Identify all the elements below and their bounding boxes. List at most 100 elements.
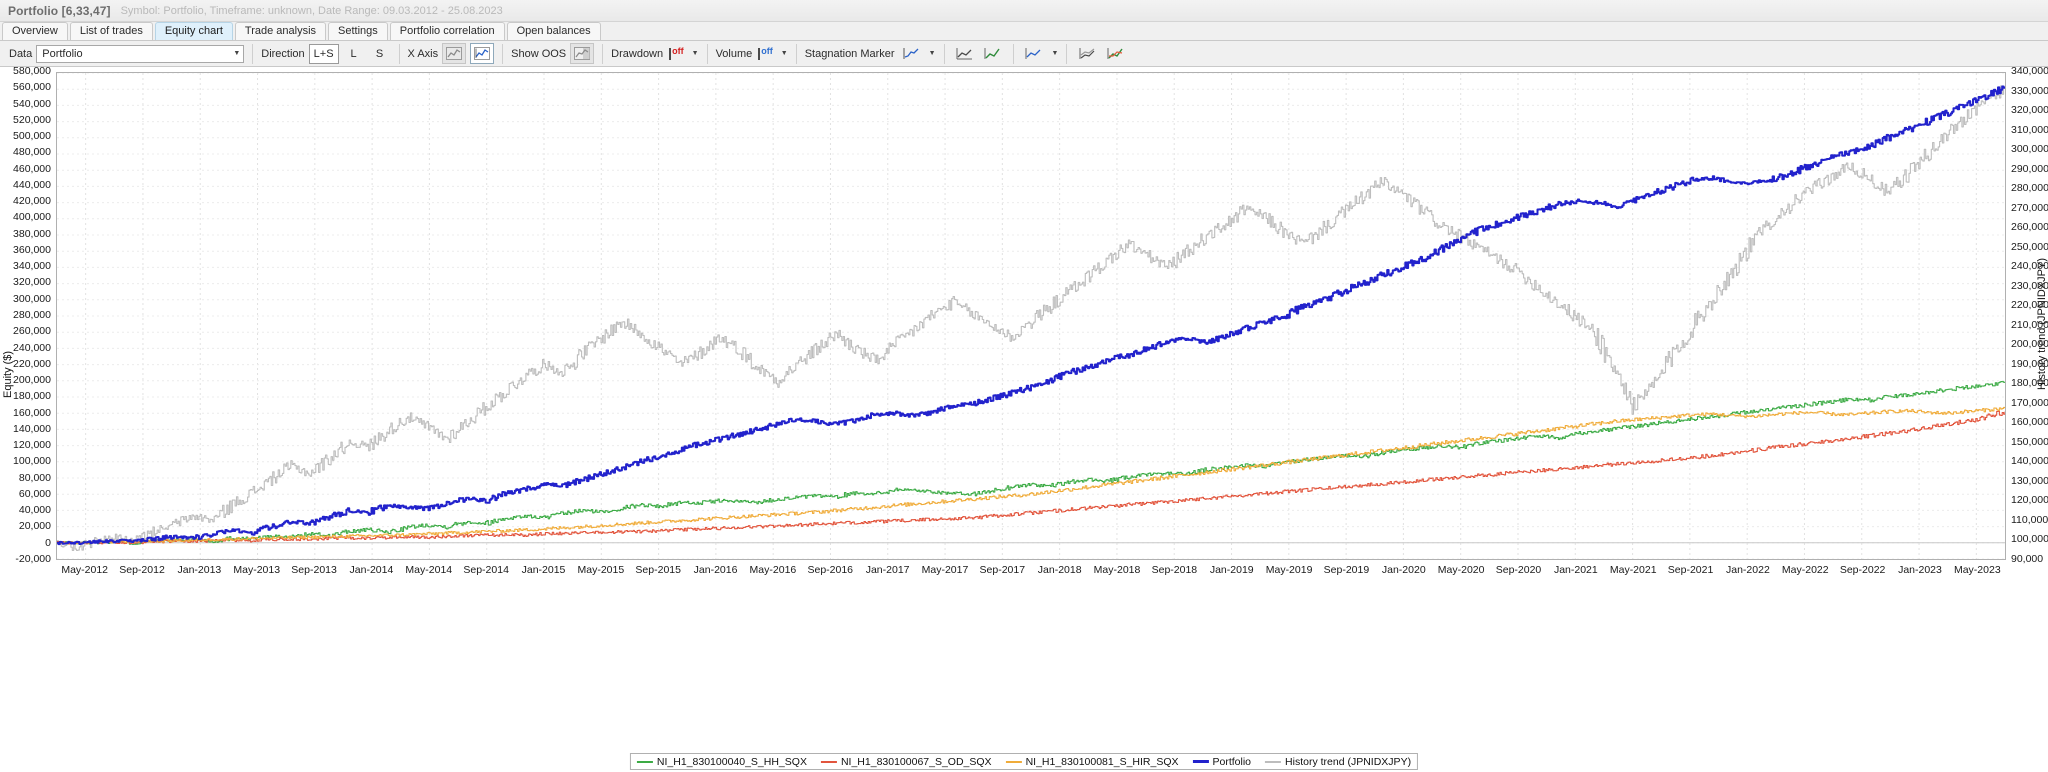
tab-bar: Overview List of trades Equity chart Trade … <box>0 22 2048 41</box>
tab-label: List of trades <box>79 25 143 37</box>
legend-item[interactable]: NI_H1_830100067_S_OD_SQX <box>820 756 992 768</box>
x-axis-tick-label: May-2013 <box>233 564 281 576</box>
xaxis-group: X Axis <box>403 42 500 66</box>
x-axis-tick-label: Sep-2012 <box>119 564 165 576</box>
y-axis-tick-label: 160,000 <box>13 406 51 419</box>
drawdown-state: off <box>672 46 684 56</box>
y-axis-tick-label: -20,000 <box>15 553 51 565</box>
legend-item[interactable]: NI_H1_830100040_S_HH_SQX <box>636 756 807 768</box>
extra-icons-group-3 <box>1070 42 1132 66</box>
tab-equity-chart[interactable]: Equity chart <box>154 22 233 40</box>
volume-label: Volume <box>715 47 753 60</box>
x-axis-tick-label: Sep-2019 <box>1323 564 1370 576</box>
legend-color-swatch <box>1265 760 1282 763</box>
plot-canvas[interactable] <box>56 72 2006 560</box>
tab-label: Settings <box>338 25 378 37</box>
y-axis-tick-label: 60,000 <box>18 487 51 500</box>
y-axis-tick-label: 80,000 <box>18 471 51 484</box>
plot-svg <box>57 73 2005 559</box>
stagnation-label: Stagnation Marker <box>804 47 895 60</box>
y2-axis-tick-label: 330,000 <box>2011 84 2048 97</box>
tab-overview[interactable]: Overview <box>2 22 68 40</box>
y-axis-tick-label: 400,000 <box>13 211 51 224</box>
y2-axis-tick-label: 300,000 <box>2011 143 2048 156</box>
y2-axis-tick-label: 250,000 <box>2011 240 2048 253</box>
x-axis-tick-label: May-2015 <box>577 564 625 576</box>
stagnation-toggle[interactable] <box>899 43 923 64</box>
drawdown-bar-icon <box>669 47 672 60</box>
x-axis-tick-label: Sep-2022 <box>1839 564 1886 576</box>
legend-label: History trend (JPNIDXJPY) <box>1285 755 1412 768</box>
legend-color-swatch <box>820 760 837 763</box>
y2-axis-tick-label: 90,000 <box>2011 553 2044 565</box>
y2-axis-tick-label: 240,000 <box>2011 260 2048 273</box>
legend-color-swatch <box>1005 760 1022 763</box>
stagnation-chevron-down-icon[interactable]: ▼ <box>929 50 936 57</box>
tab-list-of-trades[interactable]: List of trades <box>69 22 153 40</box>
show-oos-toggle[interactable] <box>570 43 595 64</box>
y-axis-tick-label: 220,000 <box>13 357 51 370</box>
equity-bars-icon-button[interactable] <box>1103 43 1127 64</box>
direction-label: Direction <box>261 47 305 60</box>
y-axis-tick-label: 440,000 <box>13 178 51 191</box>
toolbar-divider <box>795 43 797 64</box>
equity-compare-icon <box>1025 47 1041 59</box>
drawdown-toggle[interactable]: off <box>667 44 686 64</box>
drawdown-chevron-down-icon[interactable]: ▼ <box>692 50 699 57</box>
x-axis-tick-label: Jan-2018 <box>1037 564 1082 576</box>
legend-item[interactable]: History trend (JPNIDXJPY) <box>1265 756 1411 768</box>
equity-trend-icon-button[interactable] <box>981 43 1005 64</box>
equity-multi-icon-button[interactable] <box>1075 43 1099 64</box>
tab-settings[interactable]: Settings <box>328 22 388 40</box>
chart-line-gray-icon <box>446 47 463 60</box>
x-axis-tick-label: Jan-2014 <box>349 564 394 576</box>
x-axis-tick-label: Jan-2023 <box>1898 564 1942 576</box>
volume-state: off <box>761 46 773 56</box>
xaxis-bars-icon-button[interactable] <box>442 43 467 64</box>
y-axis-tick-label: 420,000 <box>13 195 51 208</box>
tab-trade-analysis[interactable]: Trade analysis <box>234 22 327 40</box>
y2-axis-tick-label: 200,000 <box>2011 338 2048 351</box>
tab-portfolio-correlation[interactable]: Portfolio correlation <box>389 22 505 40</box>
legend-item[interactable]: Portfolio <box>1192 756 1251 768</box>
equity-line-icon <box>956 47 973 59</box>
y-axis-tick-label: 340,000 <box>13 260 51 273</box>
x-axis-tick-label: Sep-2014 <box>463 564 509 576</box>
x-axis-tick-label: Sep-2015 <box>635 564 681 576</box>
y2-axis-tick-label: 270,000 <box>2011 201 2048 214</box>
y-axis-tick-label: 480,000 <box>13 146 51 159</box>
equity-compare-icon-button[interactable] <box>1022 43 1046 64</box>
legend-item[interactable]: NI_H1_830100081_S_HIR_SQX <box>1005 755 1179 768</box>
chart-toolbar: Data Portfolio ▼ Direction L+S L S X Axi… <box>0 41 2048 67</box>
x-axis-tick-label: May-2021 <box>1609 564 1657 576</box>
y-axis-tick-label: 260,000 <box>13 325 51 338</box>
legend-label: NI_H1_830100081_S_HIR_SQX <box>1025 755 1179 768</box>
equity-line-icon-button[interactable] <box>953 43 977 64</box>
tab-open-balances[interactable]: Open balances <box>506 22 601 40</box>
x-axis-tick-label: May-2014 <box>405 564 453 576</box>
data-select[interactable]: Portfolio ▼ <box>36 44 245 63</box>
tab-label: Portfolio correlation <box>399 25 495 37</box>
volume-toggle[interactable]: off <box>756 44 775 64</box>
y2-axis-tick-label: 160,000 <box>2011 416 2048 429</box>
chevron-down-icon: ▼ <box>233 50 241 57</box>
toolbar-divider <box>252 43 254 64</box>
x-axis-tick-label: Jan-2017 <box>865 564 910 576</box>
direction-option-l[interactable]: L <box>343 44 365 64</box>
y-axis-tick-label: 540,000 <box>13 97 51 110</box>
x-axis-tick-label: Jan-2022 <box>1726 564 1770 576</box>
toolbar-divider <box>398 43 400 64</box>
chart-line-time-icon <box>474 47 491 60</box>
x-axis-tick-label: Jan-2015 <box>521 564 566 576</box>
direction-option-ls[interactable]: L+S <box>308 43 339 64</box>
direction-option-s[interactable]: S <box>369 44 391 64</box>
y2-axis-tick-label: 310,000 <box>2011 123 2048 136</box>
x-axis-tick-label: May-2016 <box>749 564 797 576</box>
volume-chevron-down-icon[interactable]: ▼ <box>781 50 788 57</box>
data-select-value: Portfolio <box>42 47 83 60</box>
direction-group: Direction L+S L S <box>256 42 395 66</box>
x-axis-tick-label: Jan-2020 <box>1381 564 1426 576</box>
xaxis-time-icon-button[interactable] <box>470 43 495 64</box>
extra-chevron-down-icon[interactable]: ▼ <box>1052 50 1059 57</box>
volume-bar-icon <box>758 47 761 60</box>
